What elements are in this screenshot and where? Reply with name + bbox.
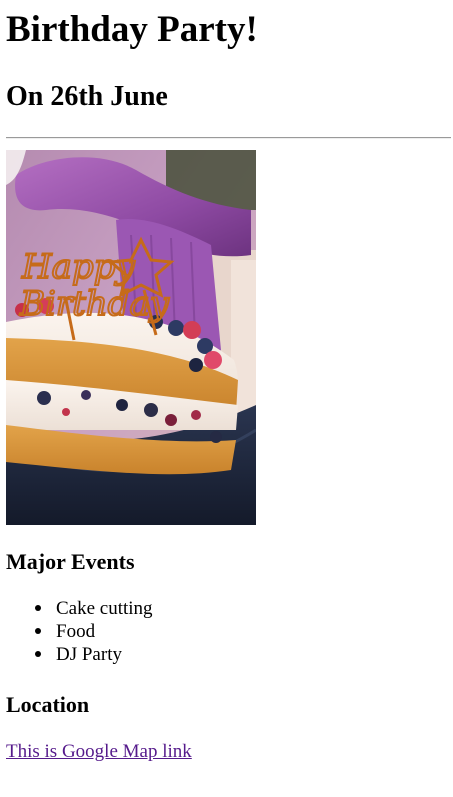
list-item-label: Cake cutting xyxy=(56,598,153,619)
list-item: DJ Party xyxy=(35,643,356,666)
google-map-link[interactable]: This is Google Map link xyxy=(6,740,192,763)
topper-text-birthday: Birthday xyxy=(19,284,170,324)
bullet-icon xyxy=(35,651,41,657)
divider xyxy=(6,137,451,139)
location-heading: Location xyxy=(6,692,90,717)
bullet-icon xyxy=(35,628,41,634)
event-date: On 26th June xyxy=(6,81,168,112)
list-item: Cake cutting xyxy=(35,597,356,620)
list-item: Food xyxy=(35,620,356,643)
events-list: Cake cutting Food DJ Party xyxy=(6,597,356,666)
page-title: Birthday Party! xyxy=(6,9,258,50)
major-events-heading: Major Events xyxy=(6,549,135,574)
list-item-label: Food xyxy=(56,621,96,642)
topper-text-happy: Happy xyxy=(21,247,135,287)
birthday-cake-photo: Happy Birthday xyxy=(6,150,256,525)
list-item-label: DJ Party xyxy=(56,644,122,665)
bullet-icon xyxy=(35,605,41,611)
